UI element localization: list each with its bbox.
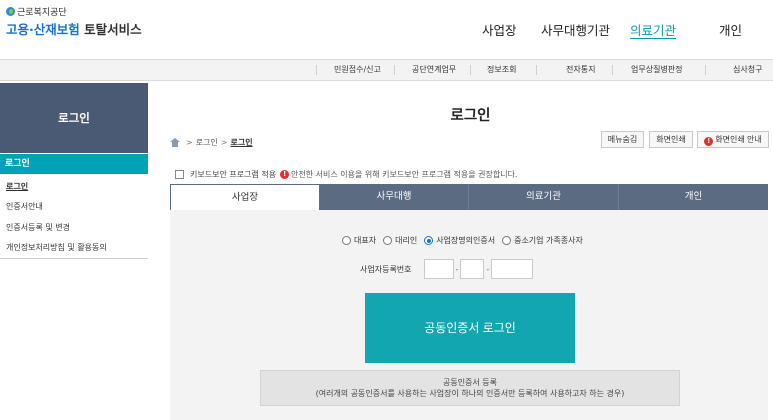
submenu-divider [316,65,317,75]
login-type-tabs: 사업장 사무대행 의료기관 개인 [170,184,768,210]
site-logo[interactable]: 근로복지공단 고용·산재보험 토탈서비스 [6,5,142,38]
gnb-agency[interactable]: 사무대행기관 [541,20,610,39]
breadcrumb-item[interactable]: 로그인 [196,137,218,148]
submenu-appeal[interactable]: 심사청구 [733,60,762,80]
radio-label: 대리인 [395,236,418,245]
sidebar-item-privacy-policy[interactable]: 개인정보처리방침 및 활용동의 [6,242,107,253]
submenu-divider [394,65,395,75]
biz-number-label: 사업자등록번호 [360,264,412,274]
biz-number-row: 사업자등록번호 - - [360,259,534,279]
keyboard-security-row: 키보드보안 프로그램 적용 ! 안전한 서비스 이용을 위해 키보드보안 프로그… [175,169,517,180]
radio-business-cert[interactable] [424,236,434,245]
sidebar-item-cert-guide[interactable]: 인증서안내 [6,201,43,212]
biz-number-dash: - [486,264,490,274]
keyboard-security-checkbox[interactable] [175,170,184,179]
login-panel: 대표자 대리인 사업장명의인증서 중소기업 가족종사자 사업자등록번호 - - … [170,210,768,420]
submenu-divider [470,65,471,75]
radio-family-worker[interactable] [502,236,512,245]
print-screen-button[interactable]: 화면인쇄 [649,131,693,148]
sidebar-item-login[interactable]: 로그인 [6,181,28,192]
radio-label: 사업장명의인증서 [436,236,496,245]
submenu-divider [705,65,706,75]
alert-icon: ! [704,137,714,146]
submenu-divider [536,65,537,75]
cert-register-title: 공동인증서 등록 [442,378,498,387]
login-role-options: 대표자 대리인 사업장명의인증서 중소기업 가족종사자 [342,235,590,246]
gnb-medical[interactable]: 의료기관 [630,20,676,39]
biz-number-part3-input[interactable] [491,259,534,279]
header: 근로복지공단 고용·산재보험 토탈서비스 사업장 사무대행기관 의료기관 개인 [0,0,773,56]
site-title-part1: 고용·산재보험 [6,22,80,37]
radio-label: 대표자 [354,236,377,245]
sidebar-item-cert-register[interactable]: 인증서등록 및 변경 [6,222,70,233]
sidebar-banner: 로그인 [0,83,148,153]
org-name: 근로복지공단 [17,8,67,18]
page-title: 로그인 [450,108,491,124]
breadcrumb-separator: > [186,138,193,147]
tab-personal[interactable]: 개인 [619,184,768,210]
cert-register-button[interactable]: 공동인증서 등록 (여러개의 공동인증서를 사용하는 사업장이 하나의 인증서만… [260,370,680,406]
radio-label: 중소기업 가족종사자 [514,236,583,245]
tab-business[interactable]: 사업장 [170,184,320,210]
submenu-linked-work[interactable]: 공단연계업무 [412,60,456,80]
radio-agent[interactable] [383,236,393,245]
breadcrumb-separator: > [220,138,228,147]
site-title-part2: 토탈서비스 [79,22,142,37]
tab-agency[interactable]: 사무대행 [320,184,469,210]
sidebar-divider [0,258,148,259]
keyboard-security-warning: 안전한 서비스 이용을 위해 키보드보안 프로그램 적용을 권장합니다. [291,170,518,179]
top-submenu: 민원접수/신고 공단연계업무 정보조회 전자통지 업무상질병판정 심사청구 [0,59,773,81]
biz-number-part2-input[interactable] [460,259,485,279]
submenu-divider [612,65,613,75]
keyboard-security-label: 키보드보안 프로그램 적용 [190,170,277,179]
gnb-personal[interactable]: 개인 [719,20,742,39]
breadcrumb-current: 로그인 [230,138,253,147]
print-guide-button[interactable]: ! 화면인쇄 안내 [697,131,769,148]
submenu-disease-judgment[interactable]: 업무상질병판정 [631,60,683,80]
sidebar-active-section[interactable]: 로그인 [0,154,148,174]
tab-medical[interactable]: 의료기관 [469,184,619,210]
home-icon[interactable] [170,138,180,147]
kcomwel-logo-icon [6,7,15,16]
submenu-info-inquiry[interactable]: 정보조회 [487,60,516,80]
print-guide-label: 화면인쇄 안내 [715,135,762,144]
breadcrumb: > 로그인 > 로그인 [170,137,253,148]
alert-icon: ! [280,170,290,179]
hide-menu-button[interactable]: 메뉴숨김 [601,131,644,148]
cert-register-desc: (여러개의 공동인증서를 사용하는 사업장이 하나의 인증서만 등록하여 사용하… [315,389,625,398]
cert-login-button[interactable]: 공동인증서 로그인 [365,293,575,363]
submenu-e-notice[interactable]: 전자통지 [566,60,595,80]
gnb-business[interactable]: 사업장 [482,20,517,39]
submenu-civil-complaint[interactable]: 민원접수/신고 [334,60,381,80]
biz-number-dash: - [455,264,459,274]
biz-number-part1-input[interactable] [423,259,454,279]
radio-representative[interactable] [342,236,351,245]
